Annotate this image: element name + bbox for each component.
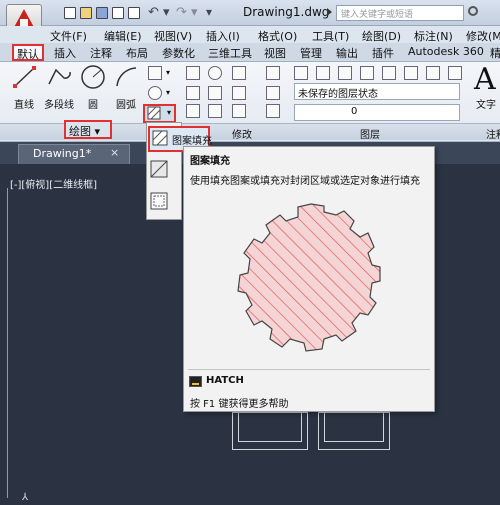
arc-icon[interactable] <box>114 64 140 90</box>
quick-access-menu-icon[interactable]: ▾ <box>206 5 212 19</box>
undo-icon[interactable]: ↶ ▾ <box>148 5 170 20</box>
ucs-icon: ⅄ <box>22 492 29 503</box>
menu-edit[interactable]: 编辑(E) <box>104 28 142 44</box>
draw-panel-label[interactable]: 绘图 ▾ <box>64 120 112 139</box>
drawing-rectangle <box>238 412 302 442</box>
text-label[interactable]: 文字 <box>476 96 496 111</box>
redo-icon[interactable]: ↷ ▾ <box>176 5 198 20</box>
annotation-panel-label[interactable]: 注释 <box>486 126 500 141</box>
array-icon[interactable] <box>232 104 246 118</box>
hatch-icon <box>152 130 168 146</box>
menu-draw[interactable]: 绘图(D) <box>362 28 401 44</box>
viewport-controls[interactable]: [-][俯视][二维线框] <box>10 176 97 191</box>
stretch-icon[interactable] <box>186 104 200 118</box>
tab-autodesk-360[interactable]: Autodesk 360 <box>408 45 484 58</box>
viewport-border <box>7 188 8 498</box>
tab-layout[interactable]: 布局 <box>126 45 148 61</box>
print-icon[interactable] <box>128 7 140 19</box>
menu-format[interactable]: 格式(O) <box>258 28 297 44</box>
explode-icon[interactable] <box>266 86 280 100</box>
hatch-tooltip: 图案填充 使用填充图案或填充对封闭区域或选定对象进行填充 HATCH 按 F1 … <box>183 146 435 412</box>
tab-default[interactable]: 默认 <box>12 44 44 61</box>
menu-view[interactable]: 视图(V) <box>154 28 192 44</box>
ellipse-icon[interactable] <box>148 86 162 100</box>
copy-icon[interactable] <box>186 86 200 100</box>
new-file-icon[interactable] <box>64 7 76 19</box>
circle-icon[interactable] <box>80 64 106 90</box>
save-icon[interactable] <box>96 7 108 19</box>
rotate-icon[interactable] <box>208 66 222 80</box>
layer-icon[interactable] <box>316 66 330 80</box>
layer-icon[interactable] <box>404 66 418 80</box>
fillet-icon[interactable] <box>232 86 246 100</box>
menu-dimension[interactable]: 标注(N) <box>414 28 453 44</box>
boundary-icon[interactable] <box>150 192 168 210</box>
tooltip-description: 使用填充图案或填充对封闭区域或选定对象进行填充 <box>190 176 420 187</box>
layer-properties-icon[interactable] <box>294 66 308 80</box>
search-expand-icon[interactable] <box>327 8 332 16</box>
layer-icon[interactable] <box>360 66 374 80</box>
menu-bar: 文件(F) 编辑(E) 视图(V) 插入(I) 格式(O) 工具(T) 绘图(D… <box>0 26 500 43</box>
menu-modify[interactable]: 修改(M <box>466 28 500 44</box>
tooltip-command: HATCH <box>206 375 244 386</box>
trim-icon[interactable] <box>232 66 246 80</box>
line-label[interactable]: 直线 <box>14 96 34 111</box>
layer-icon[interactable] <box>448 66 462 80</box>
command-line-icon <box>189 376 202 387</box>
document-title: Drawing1.dwg <box>243 5 330 19</box>
save-as-icon[interactable] <box>112 7 124 19</box>
tab-view[interactable]: 视图 <box>264 45 286 61</box>
menu-tools[interactable]: 工具(T) <box>312 28 349 44</box>
arc-label[interactable]: 圆弧 <box>116 96 136 111</box>
tooltip-title: 图案填充 <box>190 156 230 167</box>
ribbon-tab-bar: 默认 插入 注释 布局 参数化 三维工具 视图 管理 输出 插件 Autodes… <box>0 43 500 62</box>
circle-label[interactable]: 圆 <box>88 96 98 111</box>
search-icon[interactable] <box>468 6 478 16</box>
offset-icon[interactable] <box>266 104 280 118</box>
tab-featured[interactable]: 精 <box>490 45 500 61</box>
layers-panel-label[interactable]: 图层 <box>360 126 380 141</box>
current-layer-value: 0 <box>351 106 358 117</box>
hatch-menu-item-label: 图案填充 <box>172 136 212 147</box>
erase-icon[interactable] <box>266 66 280 80</box>
menu-file[interactable]: 文件(F) <box>50 28 87 44</box>
tab-parametric[interactable]: 参数化 <box>162 45 195 61</box>
scale-icon[interactable] <box>208 104 222 118</box>
layer-icon[interactable] <box>426 66 440 80</box>
rectangle-icon[interactable] <box>148 66 162 80</box>
mirror-icon[interactable] <box>208 86 222 100</box>
hatch-preview-illustration <box>237 203 381 352</box>
line-icon[interactable] <box>12 64 38 90</box>
hatch-icon[interactable] <box>147 106 161 120</box>
menu-insert[interactable]: 插入(I) <box>206 28 240 44</box>
tooltip-help-text: 按 F1 键获得更多帮助 <box>190 399 289 410</box>
chevron-down-icon[interactable]: ▾ <box>166 88 170 97</box>
move-icon[interactable] <box>186 66 200 80</box>
open-folder-icon[interactable] <box>80 7 92 19</box>
modify-panel-label[interactable]: 修改 <box>232 126 252 141</box>
tab-3d-tools[interactable]: 三维工具 <box>208 45 252 61</box>
tab-insert[interactable]: 插入 <box>54 45 76 61</box>
chevron-down-icon[interactable]: ▾ <box>166 68 170 77</box>
layer-icon[interactable] <box>382 66 396 80</box>
close-icon[interactable]: × <box>110 146 119 159</box>
drawing-rectangle <box>324 412 384 442</box>
tab-annotate[interactable]: 注释 <box>90 45 112 61</box>
gradient-icon[interactable] <box>150 160 168 178</box>
current-layer-dropdown[interactable]: 0 <box>294 104 460 121</box>
tab-output[interactable]: 输出 <box>336 45 358 61</box>
layer-state-dropdown[interactable]: 未保存的图层状态 <box>294 83 460 100</box>
draw-panel-label-text: 绘图 <box>69 125 91 138</box>
chevron-down-icon[interactable]: ▾ <box>167 108 171 117</box>
tab-manage[interactable]: 管理 <box>300 45 322 61</box>
text-icon[interactable]: A <box>474 62 496 97</box>
tooltip-divider <box>188 369 430 370</box>
search-input[interactable]: 键入关键字或短语 <box>336 5 464 21</box>
polyline-label[interactable]: 多段线 <box>44 96 74 111</box>
tab-plugins[interactable]: 插件 <box>372 45 394 61</box>
polyline-icon[interactable] <box>46 64 72 90</box>
layer-icon[interactable] <box>338 66 352 80</box>
